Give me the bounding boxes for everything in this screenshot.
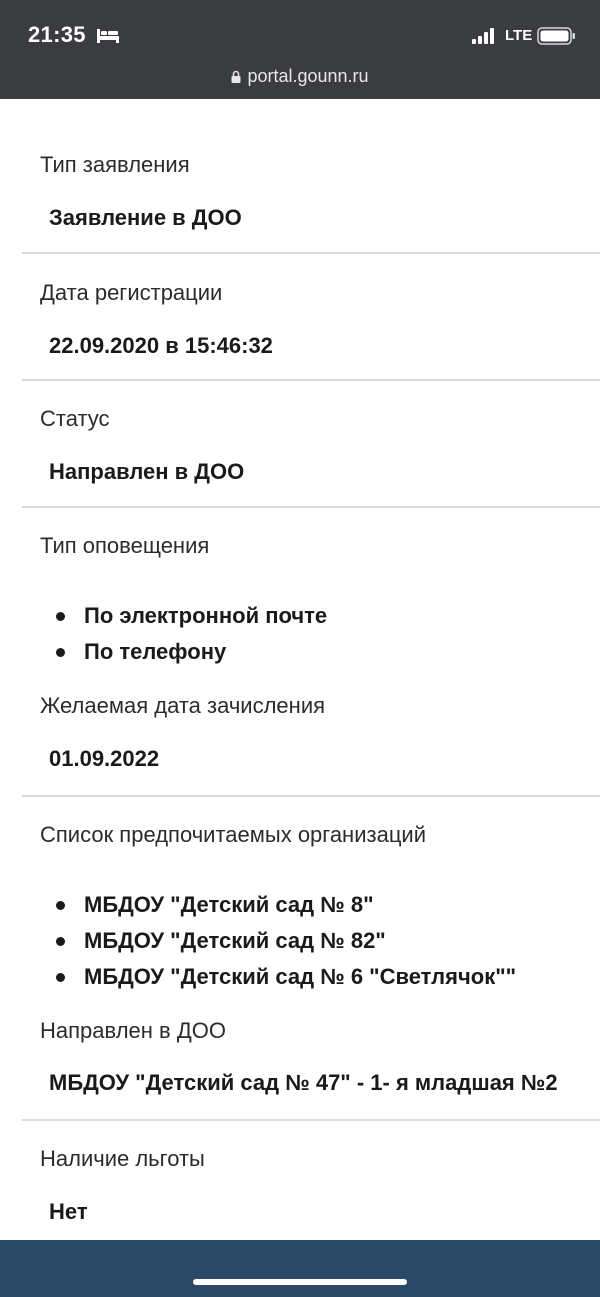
list-item: МБДОУ "Детский сад № 6 "Светлячок"" [22,959,600,995]
field-label: Тип заявления [40,152,190,177]
field-label: Желаемая дата зачисления [40,693,326,718]
field-value: МБДОУ "Детский сад № 47" - 1- я младшая … [49,1070,558,1095]
url-bar[interactable]: portal.gounn.ru [0,66,600,87]
notification-list: По электронной почте По телефону [22,598,600,670]
lock-icon [231,70,241,83]
list-item: МБДОУ "Детский сад № 8" [22,887,600,923]
field-label: Список предпочитаемых организаций [40,822,426,847]
field-label: Наличие льготы [40,1146,205,1171]
application-details: Тип заявления Заявление в ДОО Дата регис… [0,99,600,1241]
field-benefit: Наличие льготы Нет [22,1121,600,1241]
network-type: LTE [505,27,533,44]
field-label: Направлен в ДОО [40,1018,226,1043]
field-preferred-orgs-and-assigned: Список предпочитаемых организаций МБДОУ … [22,797,600,1121]
field-value: Нет [49,1199,88,1224]
field-status: Статус Направлен в ДОО [22,381,600,508]
field-label: Тип оповещения [40,533,210,558]
bed-icon [97,29,119,43]
field-label: Дата регистрации [40,280,223,305]
field-value: Заявление в ДОО [49,205,242,230]
list-item: МБДОУ "Детский сад № 82" [22,923,600,959]
field-registration-date: Дата регистрации 22.09.2020 в 15:46:32 [22,254,600,381]
field-application-type: Тип заявления Заявление в ДОО [22,99,600,254]
field-label: Статус [40,406,110,431]
browser-top-bar: 21:35 LTE portal.gounn.ru [0,0,600,99]
status-time: 21:35 [28,22,86,47]
bottom-bar [0,1240,600,1297]
home-indicator[interactable] [193,1279,407,1285]
field-notification-and-date: Тип оповещения По электронной почте По т… [22,508,600,797]
battery-icon [537,27,575,45]
signal-icon [472,28,494,44]
field-value: Направлен в ДОО [49,459,245,484]
preferred-orgs-list: МБДОУ "Детский сад № 8" МБДОУ "Детский с… [22,887,600,995]
list-item: По электронной почте [22,598,600,634]
url-text: portal.gounn.ru [247,66,369,86]
field-value: 22.09.2020 в 15:46:32 [49,333,273,358]
list-item: По телефону [22,634,600,670]
field-value: 01.09.2022 [49,746,160,771]
